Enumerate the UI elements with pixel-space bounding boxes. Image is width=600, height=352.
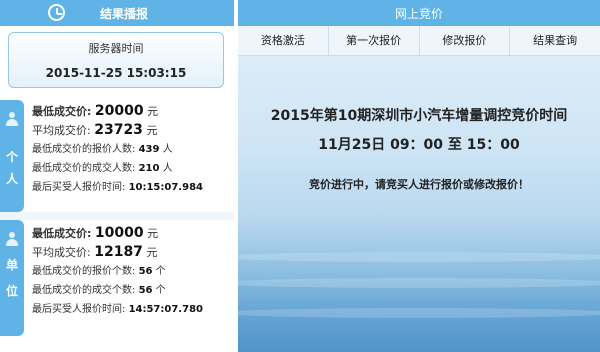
personal-avg-price-label: 平均成交价: [32,124,91,137]
personal-min-price-unit: 元 [147,105,159,118]
personal-tab-char-1: 个 [5,150,18,164]
personal-tab: 个 人 [0,100,24,212]
bidding-status-notice: 竞价进行中，请竞买人进行报价或修改报价！ [309,178,529,191]
unit-min-price-label: 最低成交价: [32,227,92,240]
unit-avg-price-label: 平均成交价: [32,246,91,259]
tab-first-bid[interactable]: 第一次报价 [329,26,420,56]
tab-modify-bid[interactable]: 修改报价 [420,26,511,56]
unit-avg-price-unit: 元 [146,246,158,259]
clock-icon [48,4,65,21]
bidding-period-title: 2015年第10期深圳市小汽车增量调控竞价时间 [270,108,568,124]
unit-last-time-row: 最后买受人报价时间: 14:57:07.780 [32,300,232,319]
personal-winners-unit: 人 [162,163,173,174]
person-icon [6,112,18,126]
unit-last-time-label: 最后买受人报价时间: [32,304,126,315]
bidding-status-area: 2015年第10期深圳市小汽车增量调控竞价时间 11月25日 09：00 至 1… [238,56,600,352]
personal-min-price-value: 20000 [94,103,144,119]
personal-bidders-unit: 人 [162,144,173,155]
app-root: 结果播报 服务器时间 2015-11-25 15:03:15 个 人 最低成交价… [0,0,600,352]
result-broadcast-panel: 结果播报 服务器时间 2015-11-25 15:03:15 个 人 最低成交价… [0,0,234,352]
personal-bidders-label: 最低成交价的报价人数: [32,144,136,155]
online-bidding-panel: 网上竞价 资格激活 第一次报价 修改报价 结果查询 2015年第10期深圳市小汽… [238,0,600,352]
personal-results: 个 人 最低成交价: 20000 元 平均成交价: 23723 元 最低成交价的… [0,100,234,212]
personal-last-time-value: 10:15:07.984 [128,182,203,193]
sea-wave-decoration [238,278,600,288]
unit-avg-price-value: 12187 [94,244,143,260]
unit-min-price-value: 10000 [94,225,144,241]
result-broadcast-title: 结果播报 [99,6,148,21]
personal-last-time-label: 最后买受人报价时间: [32,182,126,193]
bidding-time-range: 11月25日 09：00 至 15：00 [318,137,520,153]
unit-min-price-row: 最低成交价: 10000 元 [32,224,232,243]
personal-min-price-row: 最低成交价: 20000 元 [32,102,232,121]
unit-last-time-value: 14:57:07.780 [128,304,203,315]
bidding-nav: 资格激活 第一次报价 修改报价 结果查询 [238,26,600,56]
result-broadcast-header: 结果播报 [0,0,234,26]
unit-bidders-label: 最低成交价的报价个数: [32,266,136,277]
unit-bidders-unit: 个 [155,266,166,277]
group-icon [6,232,18,246]
unit-tab-char-1: 单 [5,258,18,272]
personal-avg-price-value: 23723 [94,122,143,138]
personal-winners-row: 最低成交价的成交人数: 210 人 [32,159,232,178]
sea-wave-decoration [238,308,600,318]
server-time-label: 服务器时间 [88,42,144,55]
server-time-value: 2015-11-25 15:03:15 [45,66,187,80]
personal-tab-char-2: 人 [5,172,18,186]
unit-winners-unit: 个 [155,285,166,296]
section-divider [0,212,234,220]
unit-tab: 单 位 [0,220,24,336]
unit-min-price-unit: 元 [147,227,159,240]
tab-qualification-activation[interactable]: 资格激活 [238,26,329,56]
sea-wave-decoration [238,252,600,262]
personal-min-price-label: 最低成交价: [32,105,92,118]
server-time-box: 服务器时间 2015-11-25 15:03:15 [8,32,224,88]
personal-bidders-value: 439 [138,144,160,155]
unit-results: 单 位 最低成交价: 10000 元 平均成交价: 12187 元 最低成交价的… [0,220,234,336]
tab-result-query[interactable]: 结果查询 [510,26,600,56]
unit-winners-label: 最低成交价的成交个数: [32,285,136,296]
unit-winners-row: 最低成交价的成交个数: 56 个 [32,281,232,300]
unit-bidders-value: 56 [138,266,153,277]
personal-winners-label: 最低成交价的成交人数: [32,163,136,174]
personal-avg-price-unit: 元 [146,124,158,137]
online-bidding-header: 网上竞价 [238,0,600,26]
personal-last-time-row: 最后买受人报价时间: 10:15:07.984 [32,178,232,197]
personal-winners-value: 210 [138,163,160,174]
personal-avg-price-row: 平均成交价: 23723 元 [32,121,232,140]
unit-bidders-row: 最低成交价的报价个数: 56 个 [32,262,232,281]
unit-avg-price-row: 平均成交价: 12187 元 [32,243,232,262]
unit-tab-char-2: 位 [5,284,18,298]
personal-bidders-row: 最低成交价的报价人数: 439 人 [32,140,232,159]
unit-winners-value: 56 [138,285,153,296]
